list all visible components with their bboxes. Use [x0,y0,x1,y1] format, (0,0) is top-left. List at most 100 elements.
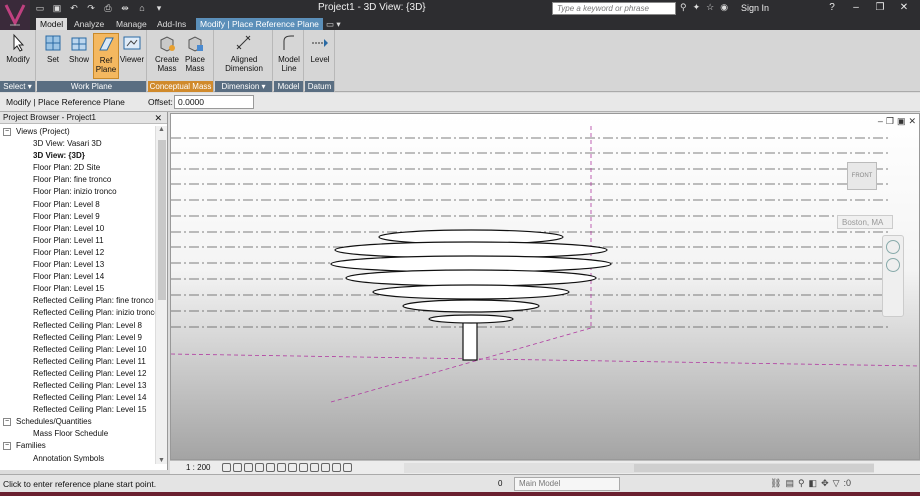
restore-icon[interactable]: ❐ [868,0,892,15]
offset-input[interactable]: 0.0000 [174,95,254,109]
create-mass-button[interactable]: Create Mass [154,33,180,73]
tree-item[interactable]: Floor Plan: Level 14 [0,271,155,283]
drag-elements-icon[interactable]: ✥ [821,478,829,489]
save-icon[interactable]: ▣ [51,3,63,14]
open-icon[interactable]: ▭ [34,3,46,14]
tree-item[interactable]: Mass Floor Schedule [0,428,155,440]
select-links-icon[interactable]: ⛓ [770,478,781,489]
tree-item[interactable]: Floor Plan: Level 9 [0,211,155,223]
undo-icon[interactable]: ↶ [68,3,80,14]
collapse-icon[interactable]: − [3,418,11,427]
tree-schedules-root[interactable]: − Schedules/Quantities [0,416,155,428]
rendering-icon[interactable] [266,463,275,472]
tree-item[interactable]: Reflected Ceiling Plan: Level 13 [0,380,155,392]
tab-modify-place-reference-plane[interactable]: Modify | Place Reference Plane [196,18,323,30]
measure-icon[interactable]: ⇹ [119,3,131,14]
scroll-thumb[interactable] [158,140,166,300]
tree-item[interactable]: Floor Plan: Level 10 [0,223,155,235]
tree-item[interactable]: 3D View: Vasari 3D [0,138,155,150]
reveal-hidden-icon[interactable] [321,463,330,472]
filter-icon[interactable]: ▽ [833,478,840,489]
tree-item[interactable]: Reflected Ceiling Plan: Level 11 [0,356,155,368]
tree-item[interactable]: Floor Plan: Level 15 [0,283,155,295]
collapse-icon[interactable]: − [3,442,11,451]
hscroll-thumb[interactable] [634,464,874,472]
viewer-button[interactable]: Viewer [119,33,145,64]
tree-item[interactable]: Floor Plan: Level 12 [0,247,155,259]
help-icon[interactable]: ? [820,0,844,15]
default-3d-icon[interactable]: ⌂ [136,3,148,14]
highlight-boundaries-icon[interactable] [343,463,352,472]
tab-analyze[interactable]: Analyze [70,18,108,30]
tree-item[interactable]: Annotation Symbols [0,453,155,462]
viewport-restore-icon[interactable]: ❐ [886,116,894,127]
application-menu-button[interactable] [0,0,30,30]
tree-item[interactable]: Floor Plan: Level 8 [0,199,155,211]
visual-style-icon[interactable] [233,463,242,472]
user-icon[interactable]: ◉ [720,2,728,13]
view-scale[interactable]: 1 : 200 [186,463,210,472]
tab-model[interactable]: Model [36,18,68,30]
tree-item[interactable]: Floor Plan: 2D Site [0,162,155,174]
zoom-icon[interactable] [886,258,900,272]
sun-path-icon[interactable] [244,463,253,472]
sign-in-button[interactable]: Sign In [741,3,769,13]
tree-families-root[interactable]: − Families [0,440,155,452]
tab-add-ins[interactable]: Add-Ins [153,18,190,30]
scroll-down-icon[interactable]: ▼ [158,457,165,464]
set-button[interactable]: Set [40,33,66,64]
tree-item[interactable]: Floor Plan: fine tronco [0,174,155,186]
binoculars-icon[interactable]: ⚲ [680,2,687,13]
place-mass-button[interactable]: Place Mass [182,33,208,73]
print-icon[interactable]: ⎙ [102,3,114,14]
tree-views-root[interactable]: − Views (Project) [0,126,155,138]
tree-item-active[interactable]: 3D View: {3D} [0,150,155,162]
star-icon[interactable]: ☆ [706,2,714,13]
panel-title-select[interactable]: Select ▾ [0,81,35,92]
ribbon-minimize-icon[interactable]: ▭ ▾ [322,18,345,30]
ref-plane-button[interactable]: Ref Plane [93,33,119,79]
select-by-face-icon[interactable]: ◧ [809,478,818,489]
model-canvas[interactable] [171,114,920,460]
steering-wheel-icon[interactable] [886,240,900,254]
show-crop-icon[interactable] [288,463,297,472]
close-icon[interactable]: ✕ [892,0,916,15]
analysis-display-icon[interactable] [332,463,341,472]
collapse-icon[interactable]: − [3,128,11,136]
minimize-icon[interactable]: – [844,0,868,15]
tab-manage[interactable]: Manage [112,18,151,30]
tree-item[interactable]: Reflected Ceiling Plan: Level 10 [0,344,155,356]
crop-view-icon[interactable] [277,463,286,472]
viewport-minimize-icon[interactable]: – [878,116,883,127]
qat-dropdown-icon[interactable]: ▾ [153,3,165,14]
modify-button[interactable]: Modify [5,33,31,64]
tree-item[interactable]: Reflected Ceiling Plan: Level 8 [0,320,155,332]
tree-item[interactable]: Floor Plan: Level 13 [0,259,155,271]
tree-item[interactable]: Floor Plan: Level 11 [0,235,155,247]
3d-viewport[interactable]: – ❐ ▣ ✕ FRONT Boston, MA [170,113,920,460]
scroll-up-icon[interactable]: ▲ [158,126,165,133]
tree-item[interactable]: Reflected Ceiling Plan: Level 15 [0,404,155,416]
model-line-button[interactable]: Model Line [276,33,302,73]
redo-icon[interactable]: ↷ [85,3,97,14]
viewport-hscrollbar[interactable] [404,463,874,473]
search-input[interactable]: Type a keyword or phrase [552,2,676,15]
tree-item[interactable]: Reflected Ceiling Plan: Level 12 [0,368,155,380]
model-selector[interactable]: Main Model [514,477,620,491]
level-button[interactable]: Level [307,33,333,64]
temp-hide-icon[interactable] [310,463,319,472]
tree-item[interactable]: Floor Plan: inizio tronco [0,186,155,198]
show-button[interactable]: Show [66,33,92,64]
panel-title-dimension[interactable]: Dimension ▾ [215,81,272,92]
subscription-icon[interactable]: ✦ [693,2,701,13]
tree-item[interactable]: Reflected Ceiling Plan: Level 14 [0,392,155,404]
viewport-close-icon[interactable]: ✕ [908,116,916,127]
tree-item[interactable]: Reflected Ceiling Plan: inizio tronco [0,307,155,319]
viewport-maximize-icon[interactable]: ▣ [897,116,906,127]
tree-item[interactable]: Reflected Ceiling Plan: fine tronco [0,295,155,307]
lock-view-icon[interactable] [299,463,308,472]
browser-scrollbar[interactable]: ▲ ▼ [155,126,167,464]
detail-level-icon[interactable] [222,463,231,472]
select-underlay-icon[interactable]: ▤ [785,478,794,489]
aligned-dimension-button[interactable]: Aligned Dimension [219,33,269,73]
